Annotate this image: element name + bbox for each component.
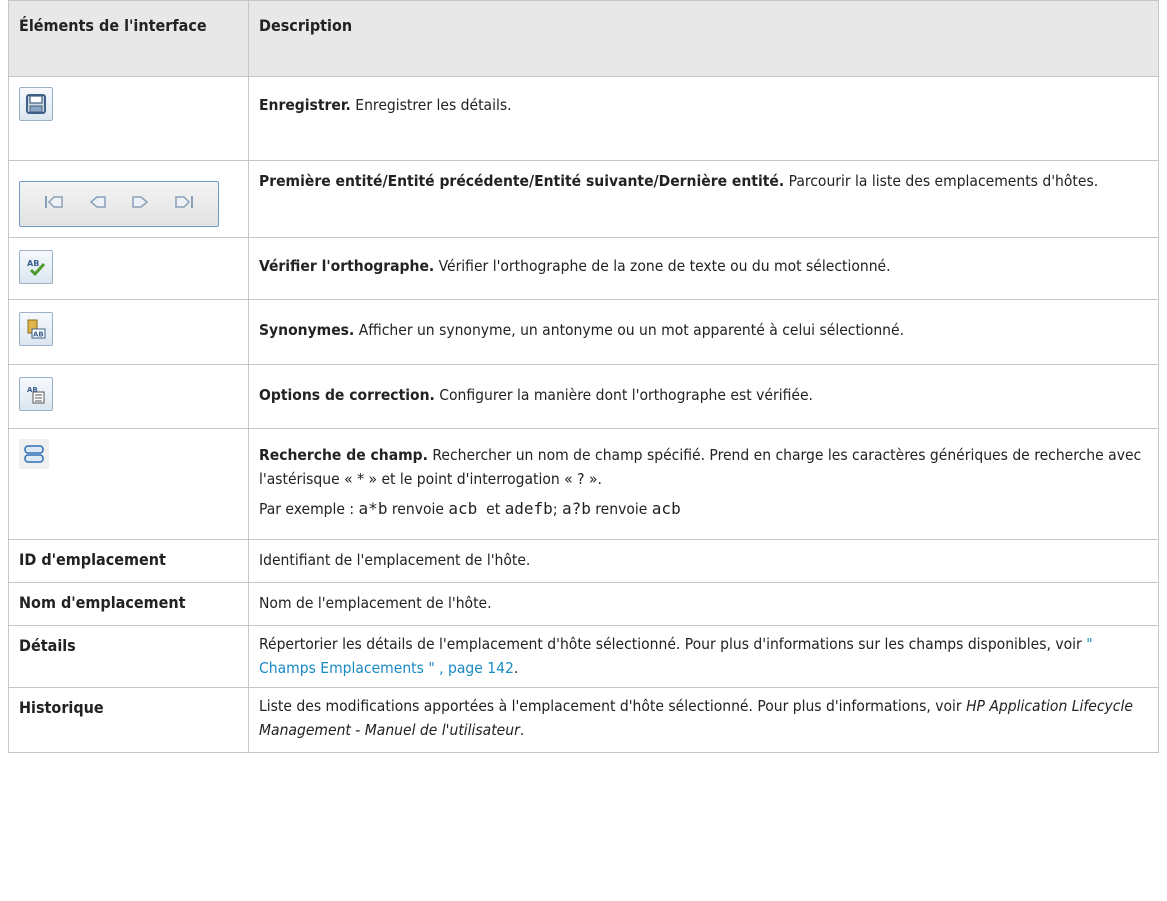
table-row: Recherche de champ. Rechercher un nom de…: [8, 428, 1159, 540]
table-row: AB Options de correction. Configurer la …: [8, 364, 1159, 429]
spelling-options-icon[interactable]: AB: [19, 377, 53, 411]
table-row: Historique Liste des modifications appor…: [8, 687, 1159, 753]
example-code: adefb: [504, 499, 553, 518]
header-ui-elements: Éléments de l'interface: [8, 0, 249, 77]
details-description: Répertorier les détails de l'emplacement…: [259, 635, 1082, 653]
example-separator: ;: [552, 500, 558, 518]
table-row: Première entité/Entité précédente/Entité…: [8, 160, 1159, 238]
thesaurus-icon[interactable]: AB: [19, 312, 53, 346]
history-description: Liste des modifications apportées à l'em…: [259, 697, 962, 715]
example-text: et: [486, 500, 501, 518]
table-row: Détails Répertorier les détails de l'emp…: [8, 625, 1159, 688]
example-prefix: Par exemple :: [259, 500, 355, 518]
field-search-example: Par exemple : a*b renvoie acb et adefb; …: [259, 497, 1148, 521]
table-row: AB Synonymes. Afficher un synonyme, un a…: [8, 299, 1159, 365]
spell-check-title: Vérifier l'orthographe.: [259, 257, 435, 275]
example-text: renvoie: [595, 500, 648, 518]
location-id-description: Identifiant de l'emplacement de l'hôte.: [259, 551, 531, 569]
save-title: Enregistrer.: [259, 96, 351, 114]
svg-text:AB: AB: [27, 259, 39, 268]
period: .: [513, 659, 519, 677]
last-entity-icon[interactable]: [174, 193, 194, 215]
spell-check-description: Vérifier l'orthographe de la zone de tex…: [438, 257, 891, 275]
example-code: acb: [651, 499, 681, 518]
details-label: Détails: [19, 636, 76, 655]
field-search-title: Recherche de champ.: [259, 446, 428, 464]
spelling-options-title: Options de correction.: [259, 386, 435, 404]
example-text: renvoie: [391, 500, 444, 518]
history-label: Historique: [19, 698, 104, 717]
navigation-description: Parcourir la liste des emplacements d'hô…: [788, 172, 1099, 190]
table-row: AB Vérifier l'orthographe. Vérifier l'or…: [8, 237, 1159, 300]
interface-elements-table: Éléments de l'interface Description Enre…: [8, 0, 1159, 753]
header-description: Description: [248, 0, 1159, 77]
period: .: [519, 721, 525, 739]
save-description: Enregistrer les détails.: [355, 96, 512, 114]
first-entity-icon[interactable]: [44, 193, 64, 215]
example-code: a?b: [561, 499, 591, 518]
location-name-label: Nom d'emplacement: [19, 593, 186, 612]
svg-text:AB: AB: [33, 331, 44, 339]
table-header-row: Éléments de l'interface Description: [8, 0, 1159, 77]
thesaurus-description: Afficher un synonyme, un antonyme ou un …: [358, 321, 905, 339]
previous-entity-icon[interactable]: [87, 193, 107, 215]
example-code: a*b: [358, 499, 388, 518]
navigation-toolbar: [19, 181, 219, 227]
spelling-options-description: Configurer la manière dont l'orthographe…: [439, 386, 813, 404]
save-icon[interactable]: [19, 87, 53, 121]
spell-check-icon[interactable]: AB: [19, 250, 53, 284]
location-name-description: Nom de l'emplacement de l'hôte.: [259, 594, 492, 612]
thesaurus-title: Synonymes.: [259, 321, 355, 339]
location-id-label: ID d'emplacement: [19, 550, 166, 569]
example-code: acb: [448, 499, 478, 518]
field-search-paragraph: Recherche de champ. Rechercher un nom de…: [259, 443, 1148, 491]
table-row: Enregistrer. Enregistrer les détails.: [8, 76, 1159, 161]
navigation-title: Première entité/Entité précédente/Entité…: [259, 172, 785, 190]
field-search-icon[interactable]: [19, 439, 49, 469]
next-entity-icon[interactable]: [131, 193, 151, 215]
table-row: Nom d'emplacement Nom de l'emplacement d…: [8, 582, 1159, 626]
table-row: ID d'emplacement Identifiant de l'emplac…: [8, 539, 1159, 583]
